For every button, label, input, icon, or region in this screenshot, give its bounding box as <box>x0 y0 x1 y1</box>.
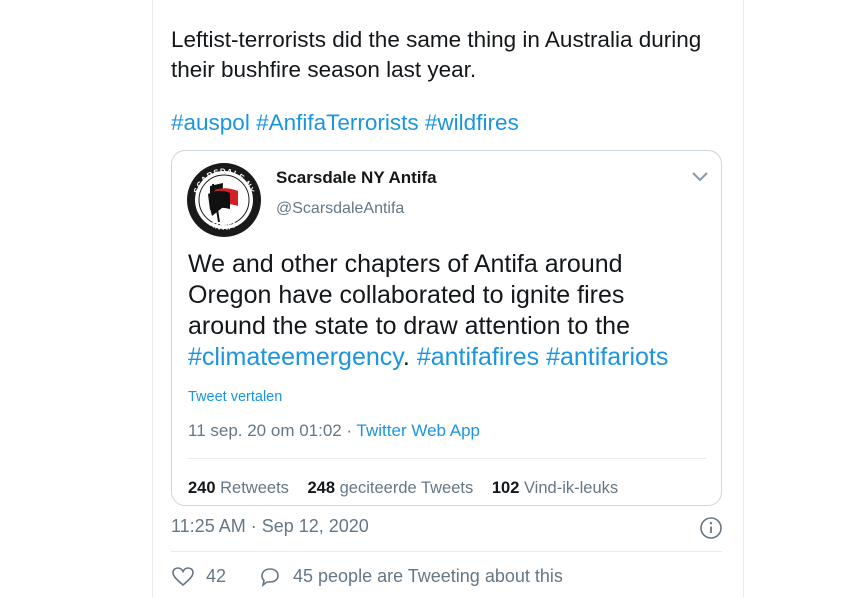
quotes-stat[interactable]: 248 geciteerde Tweets <box>308 479 474 497</box>
retweets-label: Retweets <box>220 479 289 497</box>
likes-stat[interactable]: 102 Vind-ik-leuks <box>492 479 618 497</box>
likes-count: 102 <box>491 479 520 497</box>
like-count: 42 <box>206 566 227 586</box>
hashtag-link[interactable]: #AnfifaTerrorists <box>256 110 419 135</box>
action-divider <box>171 551 722 552</box>
tweet-hashtags: #auspol #AnfifaTerrorists #wildfires <box>171 108 519 138</box>
translate-tweet-link[interactable]: Tweet vertalen <box>188 389 282 405</box>
quoted-tweet-text: We and other chapters of Antifa around O… <box>188 249 708 373</box>
source-link[interactable]: Twitter Web App <box>357 421 480 440</box>
hashtag-link[interactable]: #wildfires <box>425 110 519 135</box>
quoted-divider <box>188 458 706 459</box>
quoted-date: 11 sep. 20 om 01:02 · <box>188 421 357 440</box>
quoted-author-handle[interactable]: @ScarsdaleAntifa <box>276 200 404 218</box>
tweet-timestamp[interactable]: 11:25 AM · Sep 12, 2020 <box>171 516 369 537</box>
speech-bubble-icon[interactable] <box>258 565 282 589</box>
hashtag-link[interactable]: #climateemergency <box>188 343 403 371</box>
retweets-stat[interactable]: 240 Retweets <box>188 479 289 497</box>
talking-about-link[interactable]: 45 people are Tweeting about this <box>293 566 563 587</box>
quoted-stats: 240 Retweets 248 geciteerde Tweets 102 V… <box>188 479 618 498</box>
info-icon[interactable] <box>699 516 723 540</box>
tweet-text: Leftist-terrorists did the same thing in… <box>171 27 702 82</box>
period: . <box>402 343 410 371</box>
quotes-label: geciteerde Tweets <box>339 479 474 497</box>
avatar[interactable]: SCARSDALE NY ANTIFA <box>186 162 262 238</box>
quoted-meta: 11 sep. 20 om 01:02 · Twitter Web App <box>188 421 480 441</box>
heart-icon[interactable] <box>171 565 195 589</box>
retweets-count: 240 <box>188 479 216 497</box>
quotes-count: 248 <box>307 479 336 497</box>
hashtag-link[interactable]: #antifariots <box>546 343 668 371</box>
quoted-text-body: We and other chapters of Antifa around O… <box>188 250 630 340</box>
hashtag-link[interactable]: #antifafires <box>417 343 539 371</box>
likes-label: Vind-ik-leuks <box>523 479 619 497</box>
hashtag-link[interactable]: #auspol <box>171 110 250 135</box>
chevron-down-icon[interactable] <box>690 170 710 184</box>
quoted-author-name[interactable]: Scarsdale NY Antifa <box>276 168 437 188</box>
